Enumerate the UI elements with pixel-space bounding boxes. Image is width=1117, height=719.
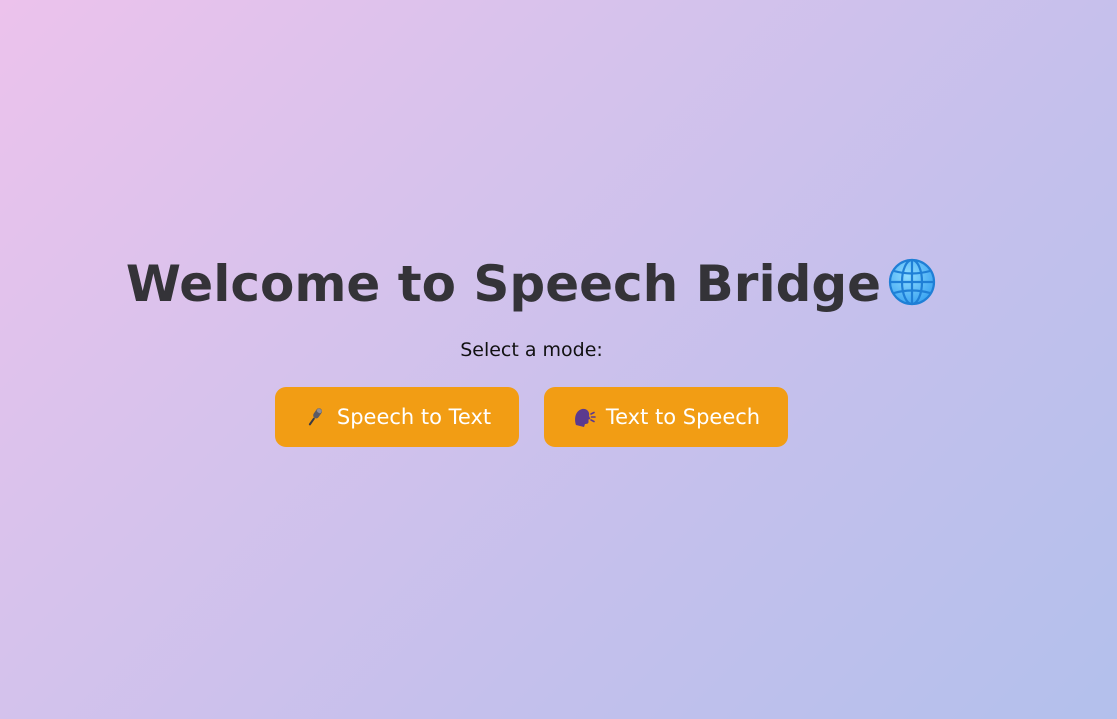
mode-prompt: Select a mode: xyxy=(460,339,603,361)
text-to-speech-label: Text to Speech xyxy=(605,405,761,429)
speaking-head-icon xyxy=(572,405,596,429)
main-container: Welcome to Speech Bridge Select a mode: … xyxy=(0,0,1063,719)
globe-icon xyxy=(887,256,937,324)
text-to-speech-button[interactable]: Text to Speech xyxy=(544,387,788,447)
page-title-text: Welcome to Speech Bridge xyxy=(125,255,882,313)
microphone-icon xyxy=(303,405,327,429)
page-title: Welcome to Speech Bridge xyxy=(0,250,1063,324)
speech-to-text-label: Speech to Text xyxy=(336,405,492,429)
speech-to-text-button[interactable]: Speech to Text xyxy=(275,387,519,447)
